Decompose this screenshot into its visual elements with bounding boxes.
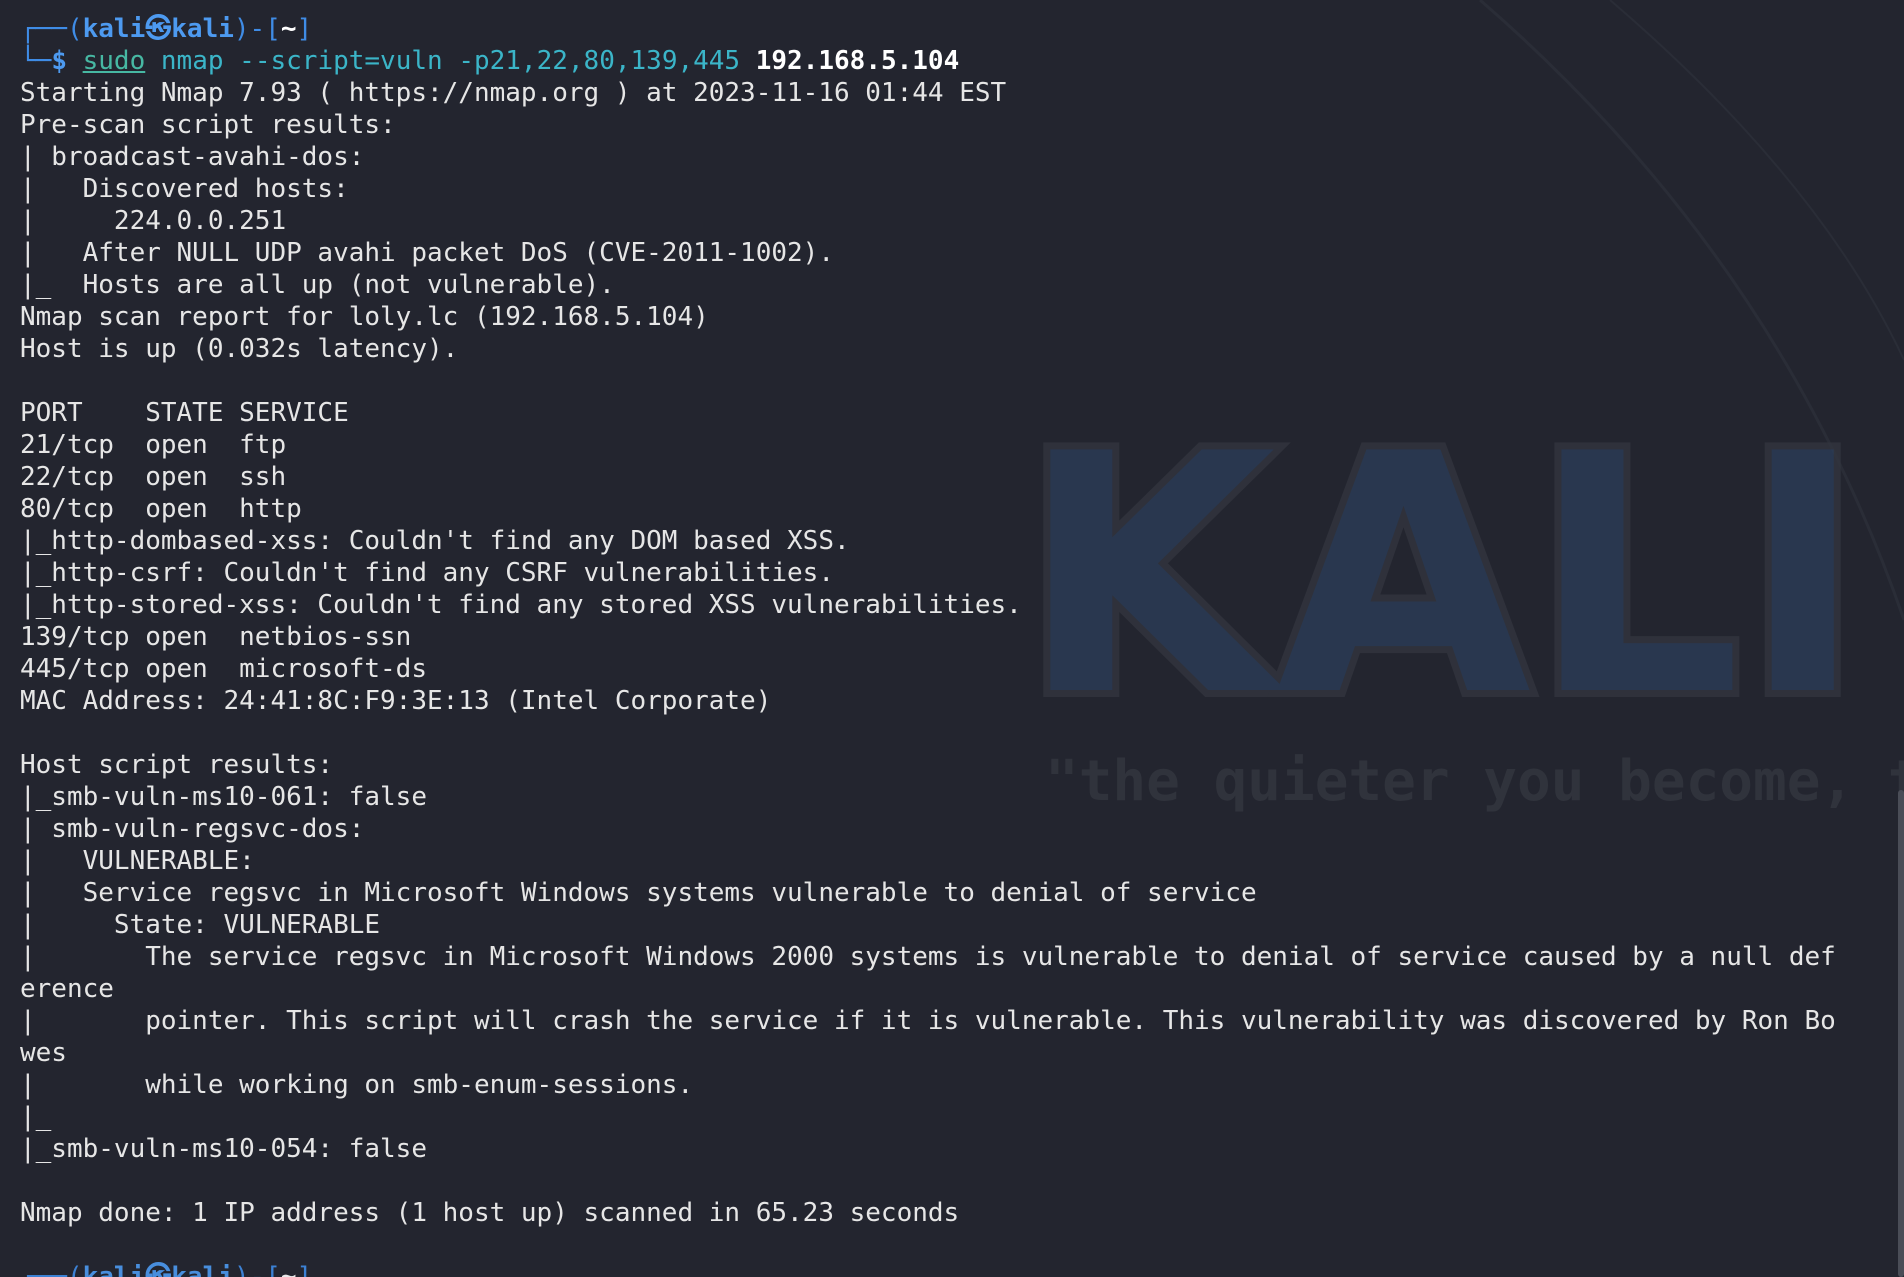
command-target-ip: 192.168.5.104 — [755, 46, 960, 76]
output-line: erence — [20, 974, 114, 1004]
output-line: | smb-vuln-regsvc-dos: — [20, 814, 365, 844]
prompt-host-next: kali — [171, 1262, 234, 1277]
output-line: | 224.0.0.251 — [20, 206, 287, 236]
prompt-line-top: ┌──(kali㉿kali)-[~] — [20, 14, 313, 44]
prompt-user-next: kali — [82, 1262, 146, 1277]
output-line: |_http-dombased-xss: Couldn't find any D… — [20, 526, 850, 556]
output-line: |_smb-vuln-ms10-054: false — [20, 1134, 427, 1164]
prompt-line-next: ┌──(kali㉿kali)-[~] — [20, 1261, 1836, 1277]
prompt-host: kali — [171, 14, 234, 44]
output-line: | Discovered hosts: — [20, 174, 349, 204]
output-line: |_http-csrf: Couldn't find any CSRF vuln… — [20, 558, 834, 588]
output-line: 445/tcp open microsoft-ds — [20, 654, 427, 684]
output-line: |_http-stored-xss: Couldn't find any sto… — [20, 590, 1022, 620]
scrollbar[interactable] — [1898, 790, 1904, 1277]
output-line: wes — [20, 1038, 67, 1068]
skull-icon-next: ㉿ — [145, 1262, 172, 1277]
skull-icon: ㉿ — [145, 14, 172, 44]
command-args: nmap --script=vuln -p21,22,80,139,445 — [160, 46, 741, 76]
command-line: └─$ sudo nmap --script=vuln -p21,22,80,1… — [20, 46, 960, 76]
output-line: Host script results: — [20, 750, 334, 780]
output-line: Nmap done: 1 IP address (1 host up) scan… — [20, 1198, 960, 1228]
output-line: |_smb-vuln-ms10-061: false — [20, 782, 427, 812]
output-line: 21/tcp open ftp — [20, 430, 287, 460]
output-line: | Service regsvc in Microsoft Windows sy… — [20, 878, 1257, 908]
prompt-user: kali — [82, 14, 146, 44]
output-line: | The service regsvc in Microsoft Window… — [20, 942, 1836, 972]
output-line: 80/tcp open http — [20, 494, 302, 524]
output-line: | broadcast-avahi-dos: — [20, 142, 365, 172]
output-line: PORT STATE SERVICE — [20, 398, 349, 428]
output-line: |_ — [20, 1102, 52, 1132]
output-line: Starting Nmap 7.93 ( https://nmap.org ) … — [20, 78, 1007, 108]
output-line: Pre-scan script results: — [20, 110, 396, 140]
scan-output: Starting Nmap 7.93 ( https://nmap.org ) … — [20, 77, 1836, 1261]
output-line: | VULNERABLE: — [20, 846, 255, 876]
output-line: | State: VULNERABLE — [20, 910, 381, 940]
output-line: | After NULL UDP avahi packet DoS (CVE-2… — [20, 238, 834, 268]
output-line: |_ Hosts are all up (not vulnerable). — [20, 270, 615, 300]
output-line: 22/tcp open ssh — [20, 462, 287, 492]
output-line: Host is up (0.032s latency). — [20, 334, 459, 364]
output-line: | while working on smb-enum-sessions. — [20, 1070, 694, 1100]
terminal-output[interactable]: ┌──(kali㉿kali)-[~] └─$ sudo nmap --scrip… — [20, 13, 1836, 1277]
terminal-window[interactable]: KALI L "the quieter you become, th ┌──(k… — [0, 0, 1904, 1277]
command-sudo: sudo — [82, 46, 146, 76]
prompt-cwd: ~ — [280, 14, 297, 44]
output-line: Nmap scan report for loly.lc (192.168.5.… — [20, 302, 709, 332]
output-line: | pointer. This script will crash the se… — [20, 1006, 1836, 1036]
prompt-cwd-next: ~ — [280, 1262, 297, 1277]
output-line: 139/tcp open netbios-ssn — [20, 622, 412, 652]
output-line: MAC Address: 24:41:8C:F9:3E:13 (Intel Co… — [20, 686, 772, 716]
